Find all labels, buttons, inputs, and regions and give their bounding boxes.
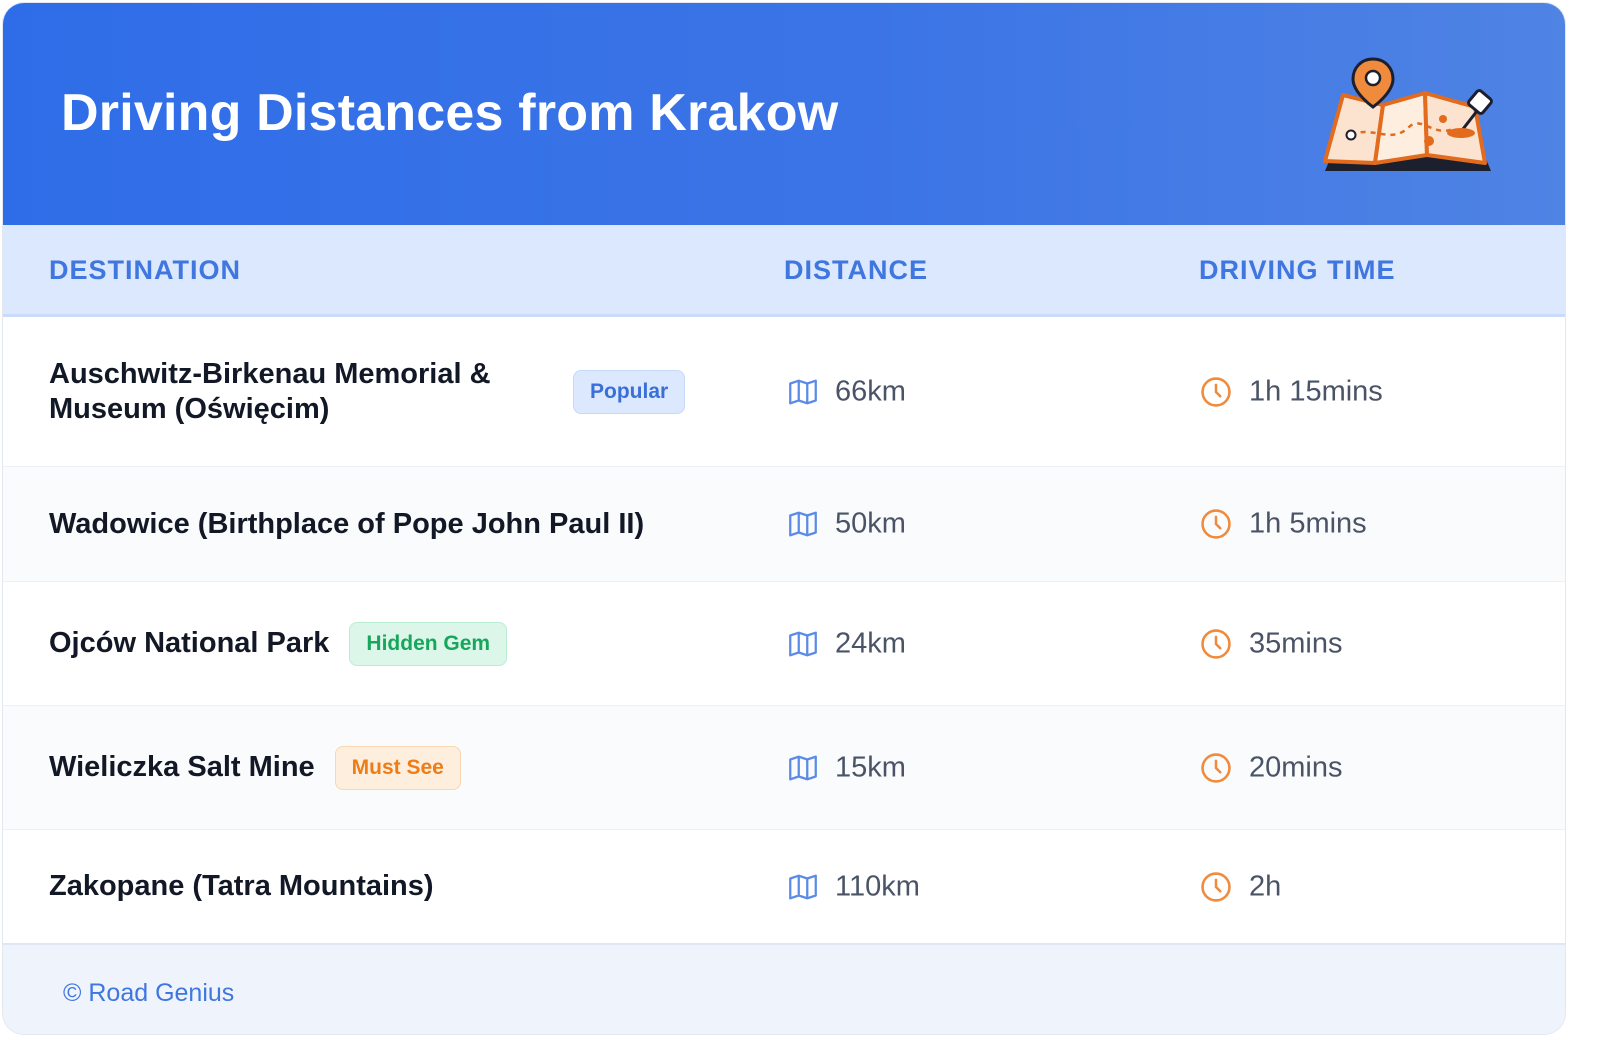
destination-name: Ojców National Park	[49, 627, 330, 659]
destination-name: Zakopane (Tatra Mountains)	[49, 870, 434, 902]
distance-value: 110km	[835, 870, 920, 902]
table-row: Ojców National Park Hidden Gem 24km 35mi…	[3, 582, 1565, 706]
table-row: Zakopane (Tatra Mountains) 110km 2h	[3, 830, 1565, 943]
table-row: Wieliczka Salt Mine Must See 15km 20mins	[3, 706, 1565, 830]
column-header-destination[interactable]: DESTINATION	[49, 255, 241, 286]
popular-badge: Popular	[573, 369, 686, 414]
destination-cell: Wadowice (Birthplace of Pope John Paul I…	[49, 467, 644, 581]
destination-cell: Wieliczka Salt Mine Must See	[49, 706, 461, 829]
driving-time-value: 2h	[1249, 870, 1282, 902]
clock-icon	[1201, 628, 1231, 659]
driving-time-value: 20mins	[1249, 751, 1343, 783]
page-title: Driving Distances from Krakow	[61, 84, 839, 142]
hidden-gem-badge: Hidden Gem	[349, 621, 508, 666]
table-row: Auschwitz-Birkenau Memorial & Museum (Oś…	[3, 317, 1565, 467]
must-see-badge: Must See	[334, 745, 461, 790]
map-icon	[789, 631, 817, 656]
distance-value: 15km	[835, 751, 906, 783]
driving-time-value: 35mins	[1249, 627, 1343, 659]
destination-name: Wadowice (Birthplace of Pope John Paul I…	[49, 507, 645, 540]
column-header-driving-time[interactable]: DRIVING TIME	[1199, 255, 1396, 286]
distance-value: 24km	[835, 627, 906, 659]
driving-time-value: 1h 5mins	[1249, 507, 1367, 540]
destination-cell: Auschwitz-Birkenau Memorial & Museum (Oś…	[49, 317, 686, 466]
column-header-distance[interactable]: DISTANCE	[784, 255, 928, 286]
table-header: DESTINATION DISTANCE DRIVING TIME	[3, 225, 1565, 317]
distance-value: 50km	[835, 507, 906, 540]
map-icon	[789, 874, 817, 899]
copyright-text: © Road Genius	[63, 979, 235, 1007]
clock-icon	[1201, 871, 1231, 902]
distance-card: Driving Distances from Krakow DESTINATIO…	[2, 2, 1566, 1035]
destination-cell: Ojców National Park Hidden Gem	[49, 582, 508, 705]
driving-time-value: 1h 15mins	[1249, 375, 1383, 407]
map-icon	[789, 379, 817, 404]
destination-cell: Zakopane (Tatra Mountains)	[49, 830, 434, 943]
card-footer: © Road Genius	[3, 943, 1565, 1034]
card-header: Driving Distances from Krakow	[3, 3, 1565, 225]
clock-icon	[1201, 376, 1231, 407]
clock-icon	[1201, 752, 1231, 783]
table-row: Wadowice (Birthplace of Pope John Paul I…	[3, 467, 1565, 582]
destination-name: Wieliczka Salt Mine	[49, 751, 315, 783]
destination-name: Auschwitz-Birkenau Memorial & Museum (Oś…	[49, 357, 491, 425]
clock-icon	[1201, 509, 1231, 539]
map-icon	[789, 755, 817, 780]
distance-value: 66km	[835, 375, 906, 407]
map-icon	[789, 511, 817, 537]
folded-map-with-pins-icon	[1323, 57, 1493, 171]
